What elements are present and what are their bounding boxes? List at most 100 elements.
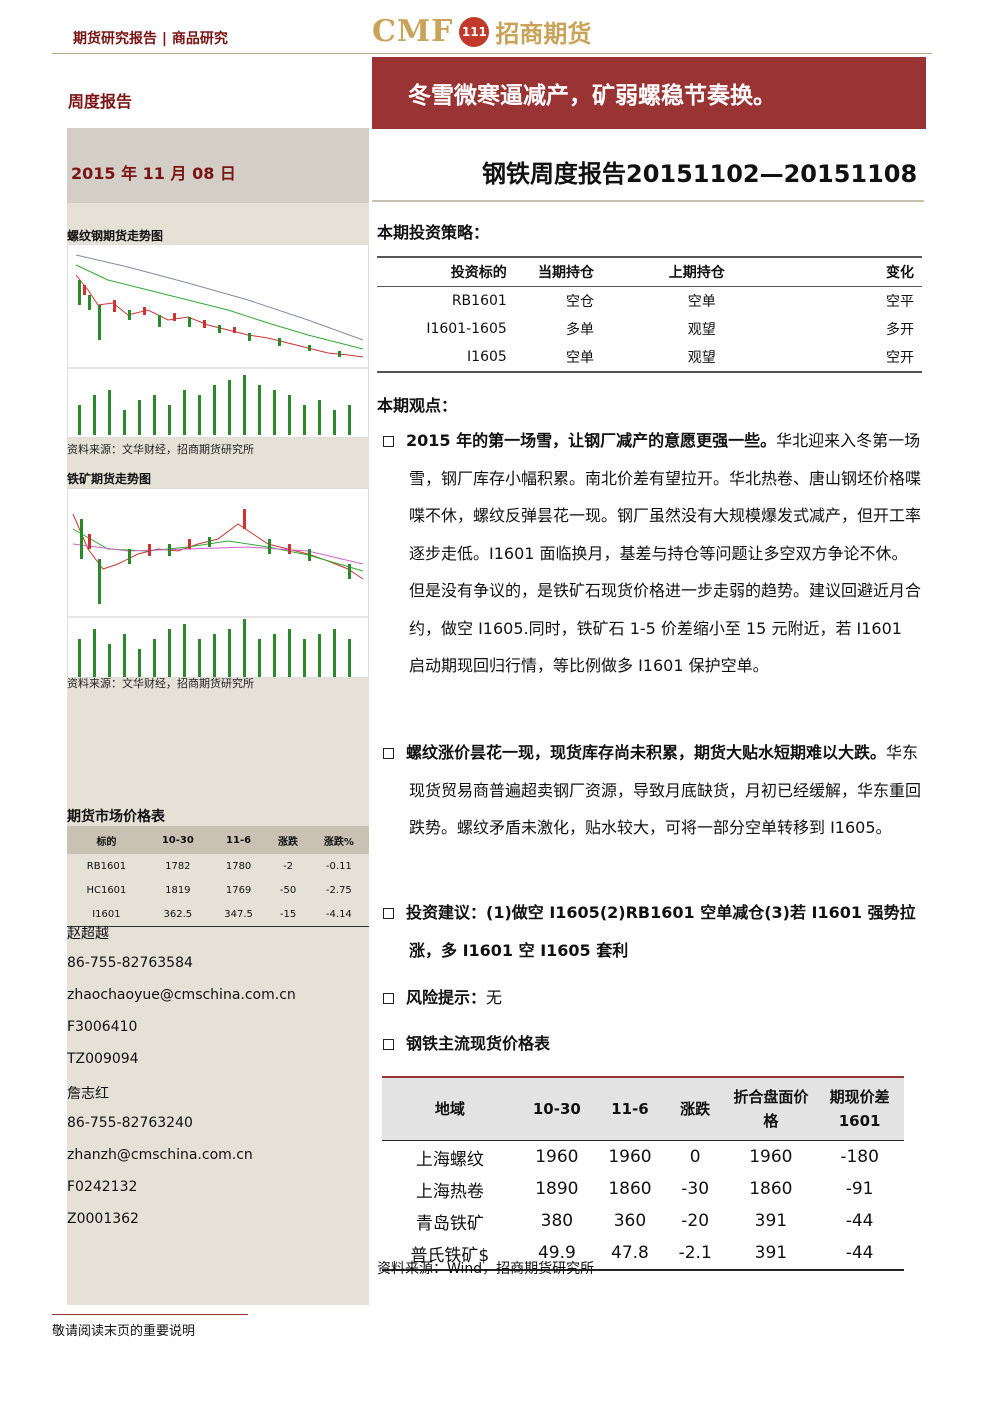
table-cell: 1780 — [225, 860, 252, 872]
table-cell: 观望 — [687, 322, 716, 338]
spot-col-header: 10-30 — [517, 1076, 597, 1141]
bullet-square-icon — [383, 436, 394, 447]
strategy-table: 投资标的 当期持仓 上期持仓 变化 RB1601 空仓 空单 空平 I1601-… — [377, 256, 922, 373]
bullet-square-icon — [383, 1039, 394, 1050]
investment-advice: 投资建议：(1)做空 I1605(2)RB1601 空单减仓(3)若 I1601… — [383, 894, 923, 969]
title-divider — [372, 200, 924, 202]
table-cell: 空平 — [886, 294, 914, 310]
table-cell: 347.5 — [209, 902, 268, 927]
analyst-license: F0242132 — [67, 1179, 138, 1195]
table-cell: -20 — [681, 1211, 710, 1231]
spot-table-source: 资料来源：Wind，招商期货研究所 — [377, 1261, 595, 1277]
report-title: 钢铁周度报告20151102—20151108 — [482, 160, 918, 188]
table-cell: 1860 — [749, 1179, 793, 1199]
table-cell: -180 — [815, 1140, 904, 1173]
table-cell: 1769 — [225, 884, 252, 896]
spot-col-header: 地域 — [382, 1076, 518, 1141]
table-cell: 空单 — [507, 343, 595, 373]
views-title: 本期观点： — [377, 396, 458, 415]
advice-text: 投资建议：(1)做空 I1605(2)RB1601 空单减仓(3)若 I1601… — [406, 903, 916, 960]
table-row: I1605 空单 观望 空开 — [377, 343, 922, 373]
table-cell: 空单 — [687, 294, 716, 310]
analyst-license: F3006410 — [67, 1019, 138, 1035]
table-cell: -0.11 — [325, 860, 352, 872]
strategy-col-header: 上期持仓 — [594, 256, 726, 287]
table-cell: -2 — [283, 860, 294, 872]
table-cell: 1819 — [165, 884, 191, 896]
market-col-header: 11-6 — [209, 826, 268, 854]
iron-ore-chart-title: 铁矿期货走势图 — [67, 472, 152, 486]
table-cell: 多单 — [565, 322, 594, 338]
report-type-label: 周度报告 — [68, 92, 133, 111]
table-cell: 多开 — [886, 322, 914, 338]
risk-notice: 风险提示：无 — [383, 979, 923, 1017]
report-date: 2015 年 11 月 08 日 — [71, 164, 236, 183]
analyst-license: TZ009094 — [67, 1051, 139, 1067]
table-cell: 1960 — [596, 1140, 664, 1173]
analyst-email[interactable]: zhanzh@cmschina.com.cn — [67, 1147, 253, 1163]
spot-table-heading: 钢铁主流现货价格表 — [383, 1025, 923, 1063]
iron-ore-chart-image — [67, 488, 369, 678]
risk-label: 风险提示： — [406, 988, 487, 1007]
market-col-header: 10-30 — [145, 826, 210, 854]
table-cell: 1782 — [165, 860, 191, 872]
report-category: 期货研究报告 | 商品研究 — [73, 31, 228, 47]
analyst-name: 赵超越 — [67, 926, 109, 942]
table-cell: 1860 — [608, 1179, 652, 1199]
table-row: 上海螺纹 1960 1960 0 1960 -180 — [382, 1140, 904, 1173]
table-cell: 380 — [540, 1211, 574, 1231]
table-cell: 1960 — [517, 1140, 597, 1173]
bullet-square-icon — [383, 748, 394, 759]
market-table-title: 期货市场价格表 — [67, 809, 165, 825]
spot-col-header: 期现价差1601 — [815, 1076, 904, 1141]
table-cell: 上海螺纹 — [382, 1140, 518, 1173]
table-cell: -2.75 — [325, 884, 352, 896]
strategy-title: 本期投资策略： — [377, 223, 490, 242]
table-row: HC1601 1819 1769 -50 -2.75 — [67, 878, 369, 902]
table-cell: 391 — [726, 1237, 816, 1271]
table-cell: 360 — [613, 1211, 647, 1231]
spot-col-header: 11-6 — [596, 1076, 664, 1141]
table-cell: HC1601 — [86, 884, 127, 896]
headline-banner: 冬雪微寒逼减产，矿弱螺稳节奏换。 — [372, 57, 926, 129]
table-cell: 观望 — [594, 343, 726, 373]
bullet-square-icon — [383, 993, 394, 1004]
spot-table-title: 钢铁主流现货价格表 — [406, 1034, 551, 1053]
rebar-chart-svg — [68, 245, 368, 437]
headline: 冬雪微寒逼减产，矿弱螺稳节奏换。 — [408, 83, 776, 109]
table-cell: -30 — [681, 1179, 710, 1199]
table-cell: -15 — [267, 902, 309, 927]
table-cell: 391 — [754, 1211, 788, 1231]
table-cell: 空仓 — [565, 294, 594, 310]
bullet-square-icon — [383, 908, 394, 919]
table-cell: 空开 — [725, 343, 922, 373]
view-point-heading: 2015 年的第一场雪，让钢厂减产的意愿更强一些。 — [406, 431, 777, 450]
table-cell: I1605 — [377, 343, 508, 373]
spot-col-header: 涨跌 — [663, 1076, 727, 1141]
strategy-col-header: 投资标的 — [377, 256, 508, 287]
view-point-text: 华北迎来入冬第一场雪，钢厂库存小幅积累。南北价差有望拉开。华北热卷、唐山钢坯价格… — [409, 431, 922, 675]
table-cell: -4.14 — [308, 902, 369, 927]
risk-text: 无 — [486, 988, 503, 1007]
table-cell: RB1601 — [86, 860, 127, 872]
table-cell: RB1601 — [451, 293, 507, 309]
iron-ore-chart-svg — [68, 489, 368, 677]
table-cell: -2.1 — [663, 1237, 727, 1271]
company-logo: CMF 111 招商期货 — [372, 14, 591, 49]
logo-badge: 111 — [459, 16, 490, 47]
table-cell: I1601-1605 — [426, 321, 507, 337]
table-row: RB1601 1782 1780 -2 -0.11 — [67, 854, 369, 878]
table-cell: 青岛铁矿 — [415, 1213, 484, 1234]
rebar-chart-image — [67, 244, 369, 438]
market-col-header: 涨跌 — [267, 826, 309, 854]
table-cell: 1960 — [726, 1140, 816, 1173]
market-price-table: 标的 10-30 11-6 涨跌 涨跌% RB1601 1782 1780 -2… — [67, 826, 369, 927]
table-cell: 上海热卷 — [415, 1181, 484, 1202]
footer-note: 敬请阅读末页的重要说明 — [52, 1324, 196, 1339]
market-col-header: 标的 — [67, 826, 146, 854]
analyst-name: 詹志红 — [67, 1086, 109, 1102]
view-point-1: 2015 年的第一场雪，让钢厂减产的意愿更强一些。华北迎来入冬第一场雪，钢厂库存… — [383, 422, 923, 685]
iron-ore-chart-source: 资料来源：文华财经，招商期货研究所 — [67, 677, 254, 690]
analyst-email[interactable]: zhaochaoyue@cmschina.com.cn — [67, 987, 296, 1003]
table-cell: 47.8 — [596, 1237, 664, 1271]
